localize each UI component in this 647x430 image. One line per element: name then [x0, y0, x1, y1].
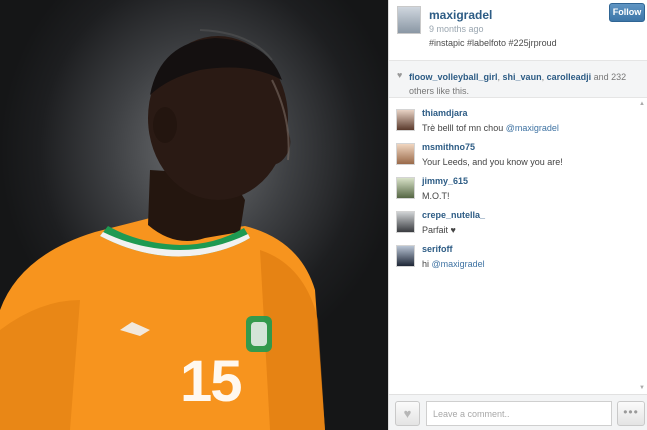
heart-icon: ♥ [397, 70, 403, 80]
commenter-username[interactable]: msmithno75 [422, 142, 475, 152]
commenter-avatar[interactable] [396, 211, 415, 233]
comment-item: serifoff hi @maxigradel [389, 239, 639, 269]
comment-item: crepe_nutella_ Parfait ♥ [389, 205, 639, 235]
mention-link[interactable]: @maxigradel [432, 259, 485, 269]
liker-link[interactable]: shi_vaun [503, 72, 542, 82]
more-options-button[interactable]: ••• [617, 401, 645, 426]
liker-link[interactable]: carolleadji [547, 72, 592, 82]
post-caption: #instapic #labelfoto #225jrproud [429, 38, 557, 48]
post-details-panel: maxigradel 9 months ago #instapic #label… [388, 0, 647, 430]
comment-text: Your Leeds, and you know you are! [422, 157, 563, 167]
comment-text: Trè belll tof mn chou @maxigradel [422, 123, 559, 133]
heart-icon: ♥ [403, 406, 412, 421]
post-header: maxigradel 9 months ago #instapic #label… [389, 0, 647, 60]
comment-item: jimmy_615 M.O.T! [389, 171, 639, 201]
liker-link[interactable]: floow_volleyball_girl [409, 72, 498, 82]
like-button[interactable]: ♥ [395, 401, 420, 426]
comments-scrollbar[interactable]: ▲ ▼ [638, 100, 646, 392]
jersey-number: 15 [180, 349, 242, 414]
mention-link[interactable]: @maxigradel [506, 123, 559, 133]
commenter-avatar[interactable] [396, 177, 415, 199]
scroll-down-icon[interactable]: ▼ [639, 385, 645, 391]
commenter-avatar[interactable] [396, 245, 415, 267]
comment-text: Parfait ♥ [422, 225, 456, 235]
commenter-username[interactable]: crepe_nutella_ [422, 210, 485, 220]
comment-text: M.O.T! [422, 191, 450, 201]
post-photo[interactable]: 15 [0, 0, 388, 430]
comment-text: hi @maxigradel [422, 259, 485, 269]
comments-list[interactable]: thiamdjara Trè belll tof mn chou @maxigr… [389, 99, 647, 391]
commenter-username[interactable]: jimmy_615 [422, 176, 468, 186]
follow-button[interactable]: Follow [609, 3, 645, 22]
comment-input[interactable] [426, 401, 612, 426]
commenter-username[interactable]: serifoff [422, 244, 453, 254]
author-avatar[interactable] [397, 6, 421, 34]
comment-item: thiamdjara Trè belll tof mn chou @maxigr… [389, 103, 639, 133]
post-timestamp: 9 months ago [429, 24, 484, 34]
commenter-username[interactable]: thiamdjara [422, 108, 468, 118]
likes-text: floow_volleyball_girl, shi_vaun, carolle… [409, 72, 627, 96]
author-username[interactable]: maxigradel [429, 8, 492, 22]
scroll-up-icon[interactable]: ▲ [639, 101, 645, 107]
ellipsis-icon: ••• [623, 405, 639, 419]
commenter-avatar[interactable] [396, 109, 415, 131]
comment-item: msmithno75 Your Leeds, and you know you … [389, 137, 639, 167]
comment-bar: ♥ ••• [389, 394, 647, 430]
likes-summary: ♥ floow_volleyball_girl, shi_vaun, carol… [389, 60, 647, 98]
commenter-avatar[interactable] [396, 143, 415, 165]
